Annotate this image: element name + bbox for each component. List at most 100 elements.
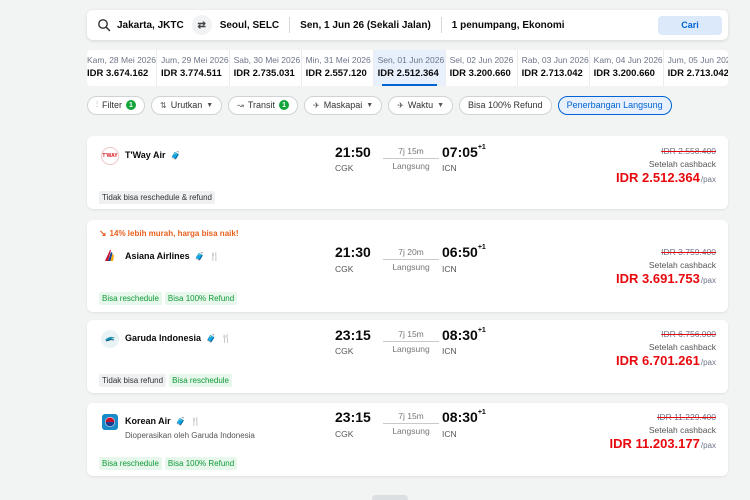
price-value: IDR 2.512.364 [616, 170, 700, 185]
route-line [383, 341, 439, 342]
passenger-field[interactable]: 1 penumpang, Ekonomi [452, 20, 565, 31]
chevron-down-icon: ▼ [206, 101, 214, 109]
baggage-icon: 🧳 [206, 333, 216, 343]
route-line [383, 423, 439, 424]
final-price: IDR 3.691.753/pax [616, 271, 716, 286]
policy-tag: Bisa 100% Refund [164, 457, 238, 470]
flight-card[interactable]: ↘ 14% lebih murah, harga bisa naik! Asia… [87, 220, 728, 312]
policy-tag: Tidak bisa reschedule & refund [99, 191, 215, 204]
route-line [383, 158, 439, 159]
load-more-indicator[interactable] [372, 495, 408, 500]
promo-text: 14% lebih murah, harga bisa naik! [109, 229, 239, 238]
original-price: IDR 3.759.400 [661, 247, 716, 257]
airline-chip[interactable]: ✈ Maskapai ▼ [304, 95, 383, 115]
filter-chip[interactable]: ⫶ Filter 1 [87, 95, 145, 115]
airline-name: Korean Air [125, 416, 171, 426]
airline-label: Maskapai [323, 100, 363, 110]
date-field[interactable]: Sen, 1 Jun 26 (Sekali Jalan) [300, 20, 431, 31]
arrival-time: 08:30+1 [442, 409, 486, 425]
date-option[interactable]: Sel, 02 Jun 2026 IDR 3.200.660 [446, 50, 518, 86]
cashback-label: Setelah cashback [648, 260, 716, 270]
date-option[interactable]: Rab, 03 Jun 2026 IDR 2.713.042 [518, 50, 590, 86]
date-price-strip: Kam, 28 Mei 2026 IDR 3.674.162 Jum, 29 Me… [87, 50, 728, 86]
date-option[interactable]: Sab, 30 Mei 2026 IDR 2.735.031 [230, 50, 302, 86]
departure-time: 23:15 [335, 327, 371, 343]
swap-route-icon[interactable]: ⇄ [191, 15, 212, 35]
chevron-down-icon: ▼ [366, 101, 374, 109]
date-option[interactable]: Kam, 28 Mei 2026 IDR 3.674.162 [87, 50, 157, 86]
baggage-icon: 🧳 [194, 251, 205, 261]
airplane-icon: ✈ [313, 100, 320, 110]
search-button[interactable]: Cari [658, 15, 722, 35]
meal-icon: 🍴 [221, 333, 231, 343]
arrival-time-value: 08:30 [442, 327, 478, 343]
stop-info: Langsung [392, 161, 430, 171]
search-bar[interactable]: Jakarta, JKTC ⇄ Seoul, SELC Sen, 1 Jun 2… [87, 10, 728, 40]
departure-time: 23:15 [335, 409, 371, 425]
day-offset: +1 [477, 327, 486, 335]
price-value: IDR 11.203.177 [609, 436, 700, 451]
direct-flight-chip[interactable]: Penerbangan Langsung [557, 95, 672, 115]
time-chip[interactable]: ✈ Waktu ▼ [388, 95, 454, 115]
policy-tags: Bisa reschedule Bisa 100% Refund [99, 292, 238, 305]
flight-duration: 7j 20m [398, 247, 424, 257]
cashback-label: Setelah cashback [648, 159, 716, 169]
sort-chip[interactable]: ⇅ Urutkan ▼ [151, 95, 223, 115]
date-option[interactable]: Jum, 05 Jun 2026IDR 2.713.042 [664, 50, 728, 86]
final-price: IDR 2.512.364/pax [616, 170, 716, 185]
final-price: IDR 6.701.261/pax [616, 353, 716, 368]
transit-chip[interactable]: ↝ Transit 1 [228, 95, 299, 115]
origin-field[interactable]: Jakarta, JKTC [117, 20, 184, 31]
flight-card[interactable]: Korean Air 🧳 🍴 Dioperasikan oleh Garuda … [87, 403, 728, 476]
date-option[interactable]: Min, 31 Mei 2026 IDR 2.557.120 [302, 50, 374, 86]
airline-logo [101, 413, 119, 431]
flight-card[interactable]: Garuda Indonesia 🧳 🍴 23:15 CGK 7j 15m La… [87, 320, 728, 393]
flight-duration: 7j 15m [398, 411, 424, 421]
airline-name-row: T'Way Air 🧳 [125, 150, 180, 160]
departure-time: 21:30 [335, 244, 371, 260]
arrival-airport: ICN [442, 346, 457, 356]
transit-label: Transit [247, 100, 276, 110]
policy-tags: Tidak bisa reschedule & refund [99, 191, 215, 204]
flight-duration: 7j 15m [398, 329, 424, 339]
airline-logo: T'WAY [101, 147, 119, 165]
refund-chip[interactable]: Bisa 100% Refund [459, 95, 552, 115]
stop-info: Langsung [392, 262, 430, 272]
date-option-selected[interactable]: Sen, 01 Jun 2026 IDR 2.512.364 [373, 50, 446, 86]
airline-name: T'Way Air [125, 150, 166, 160]
policy-tags: Bisa reschedule Bisa 100% Refund [99, 457, 238, 470]
operated-by-text: Dioperasikan oleh Garuda Indonesia [125, 431, 255, 440]
airline-name: Garuda Indonesia [125, 333, 202, 343]
arrival-time: 08:30+1 [442, 327, 486, 343]
per-pax: /pax [700, 175, 716, 184]
date-option[interactable]: Kam, 04 Jun 2026 IDR 3.200.660 [590, 50, 664, 86]
baggage-icon: 🧳 [170, 150, 181, 160]
arrival-time-value: 08:30 [442, 409, 478, 425]
trend-down-icon: ↘ [99, 228, 107, 238]
destination-field[interactable]: Seoul, SELC [220, 20, 279, 31]
arrival-airport: ICN [442, 163, 457, 173]
per-pax: /pax [700, 441, 716, 450]
filter-icon: ⫶ [96, 100, 98, 109]
cashback-label: Setelah cashback [648, 425, 716, 435]
route-line [383, 259, 439, 260]
arrival-time: 06:50+1 [442, 244, 486, 260]
transit-icon: ↝ [237, 100, 244, 110]
chevron-down-icon: ▼ [437, 101, 445, 109]
direct-label: Penerbangan Langsung [566, 100, 663, 110]
day-offset: +1 [477, 409, 486, 417]
arrival-time-value: 07:05 [442, 144, 478, 160]
flight-card[interactable]: T'WAY T'Way Air 🧳 21:50 CGK 7j 15m Langs… [87, 136, 728, 209]
stop-info: Langsung [392, 344, 430, 354]
day-offset: +1 [477, 244, 486, 252]
day-offset: +1 [477, 144, 486, 152]
per-pax: /pax [700, 358, 716, 367]
airline-name-row: Korean Air 🧳 🍴 [125, 416, 201, 426]
meal-icon: 🍴 [209, 251, 220, 261]
original-price: IDR 6.756.000 [661, 329, 716, 339]
departure-airport: CGK [335, 163, 354, 173]
date-option[interactable]: Jum, 29 Mei 2026 IDR 3.774.511 [157, 50, 230, 86]
departure-airport: CGK [335, 264, 354, 274]
refund-label: Bisa 100% Refund [468, 100, 543, 110]
arrival-airport: ICN [442, 264, 457, 274]
